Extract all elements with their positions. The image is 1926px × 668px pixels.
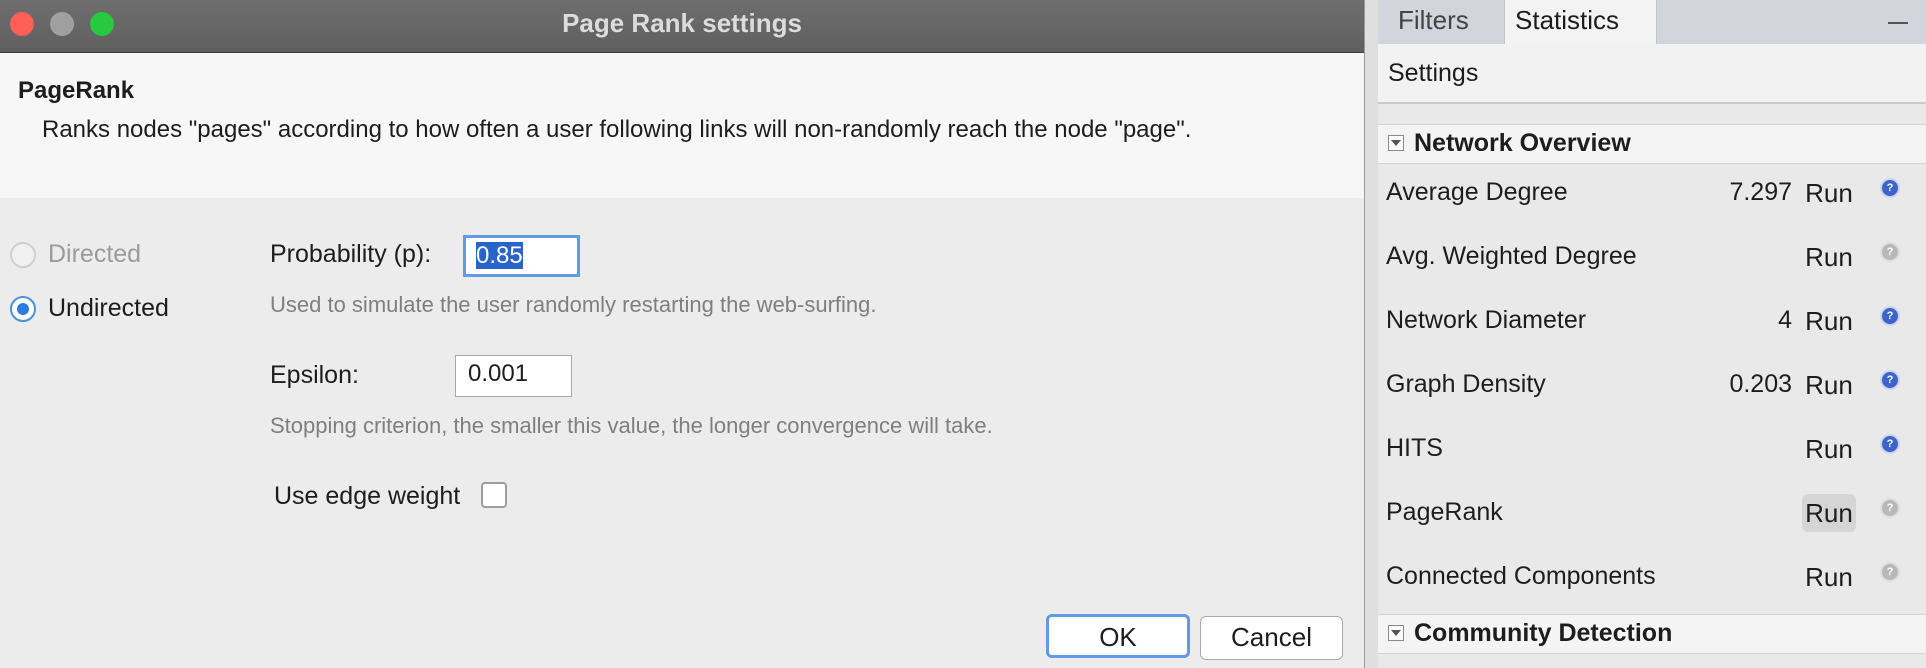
dialog-title: Page Rank settings: [562, 8, 802, 38]
probability-help: Used to simulate the user randomly resta…: [270, 292, 877, 317]
undirected-radio[interactable]: [10, 296, 36, 322]
info-icon[interactable]: ?: [1882, 564, 1898, 580]
stat-name: Graph Density: [1386, 370, 1546, 398]
info-icon[interactable]: ?: [1882, 436, 1898, 452]
stat-row-hits: HITS Run ?: [1378, 420, 1926, 484]
algorithm-title: PageRank: [18, 77, 135, 104]
info-icon[interactable]: ?: [1882, 372, 1898, 388]
probability-value: 0.85: [476, 242, 523, 269]
probability-input[interactable]: 0.85: [463, 235, 580, 277]
undirected-label: Undirected: [48, 294, 169, 322]
edge-weight-checkbox[interactable]: [481, 482, 507, 508]
panel-tab-bar: Filters Statistics ×: [1378, 0, 1926, 71]
stat-row-network-diameter: Network Diameter 4 Run ?: [1378, 292, 1926, 356]
stat-row-avg-weighted-degree: Avg. Weighted Degree Run ?: [1378, 228, 1926, 292]
directed-radio[interactable]: [10, 242, 36, 268]
section-title: Network Overview: [1414, 129, 1631, 157]
collapse-toggle-icon[interactable]: [1388, 625, 1404, 641]
stat-row-connected-components: Connected Components Run ?: [1378, 548, 1926, 612]
epsilon-input[interactable]: 0.001: [455, 355, 572, 397]
section-community-detection[interactable]: Community Detection: [1378, 614, 1926, 654]
info-icon[interactable]: ?: [1882, 180, 1898, 196]
run-button[interactable]: Run: [1802, 430, 1856, 468]
radio-selected-dot: [17, 303, 29, 315]
tab-statistics-label: Statistics: [1515, 5, 1620, 35]
section-title: Community Detection: [1414, 619, 1673, 647]
info-icon[interactable]: ?: [1882, 500, 1898, 516]
stat-name: Average Degree: [1386, 178, 1568, 206]
stat-value: 7.297: [1729, 178, 1792, 206]
run-button[interactable]: Run: [1802, 366, 1856, 404]
ok-button[interactable]: OK: [1046, 614, 1190, 658]
epsilon-help: Stopping criterion, the smaller this val…: [270, 413, 993, 438]
run-button[interactable]: Run: [1802, 302, 1856, 340]
stat-name: Avg. Weighted Degree: [1386, 242, 1637, 270]
statistics-panel: Filters Statistics × Settings Network Ov…: [1378, 0, 1926, 668]
directed-label: Directed: [48, 240, 142, 268]
info-icon[interactable]: ?: [1882, 244, 1898, 260]
tab-statistics[interactable]: Statistics ×: [1504, 0, 1657, 71]
pagerank-settings-dialog: Page Rank settings PageRank Ranks nodes …: [0, 0, 1365, 668]
run-button[interactable]: Run: [1802, 558, 1856, 596]
collapse-toggle-icon[interactable]: [1388, 135, 1404, 151]
stat-row-graph-density: Graph Density 0.203 Run ?: [1378, 356, 1926, 420]
run-button[interactable]: Run: [1802, 494, 1856, 532]
stat-row-pagerank: PageRank Run ?: [1378, 484, 1926, 548]
stat-name: Network Diameter: [1386, 306, 1587, 334]
section-network-overview[interactable]: Network Overview: [1378, 124, 1926, 164]
run-button[interactable]: Run: [1802, 238, 1856, 276]
tab-filters[interactable]: Filters: [1386, 0, 1481, 44]
stat-row-average-degree: Average Degree 7.297 Run ?: [1378, 164, 1926, 228]
settings-button[interactable]: Settings: [1388, 59, 1478, 88]
minimize-panel-icon[interactable]: [1888, 22, 1908, 24]
settings-bar: Settings: [1378, 44, 1926, 104]
title-bar: Page Rank settings: [0, 0, 1364, 53]
info-icon[interactable]: ?: [1882, 308, 1898, 324]
stat-name: PageRank: [1386, 498, 1503, 526]
stat-value: 4: [1778, 306, 1792, 334]
epsilon-label: Epsilon:: [270, 361, 359, 389]
algorithm-description: Ranks nodes "pages" according to how oft…: [42, 116, 1192, 143]
run-button[interactable]: Run: [1802, 174, 1856, 212]
probability-label: Probability (p):: [270, 240, 432, 268]
stat-name: Connected Components: [1386, 562, 1656, 590]
edge-weight-label: Use edge weight: [274, 482, 461, 510]
stat-value: 0.203: [1729, 370, 1792, 398]
cancel-button[interactable]: Cancel: [1200, 616, 1343, 660]
stat-name: HITS: [1386, 434, 1443, 462]
